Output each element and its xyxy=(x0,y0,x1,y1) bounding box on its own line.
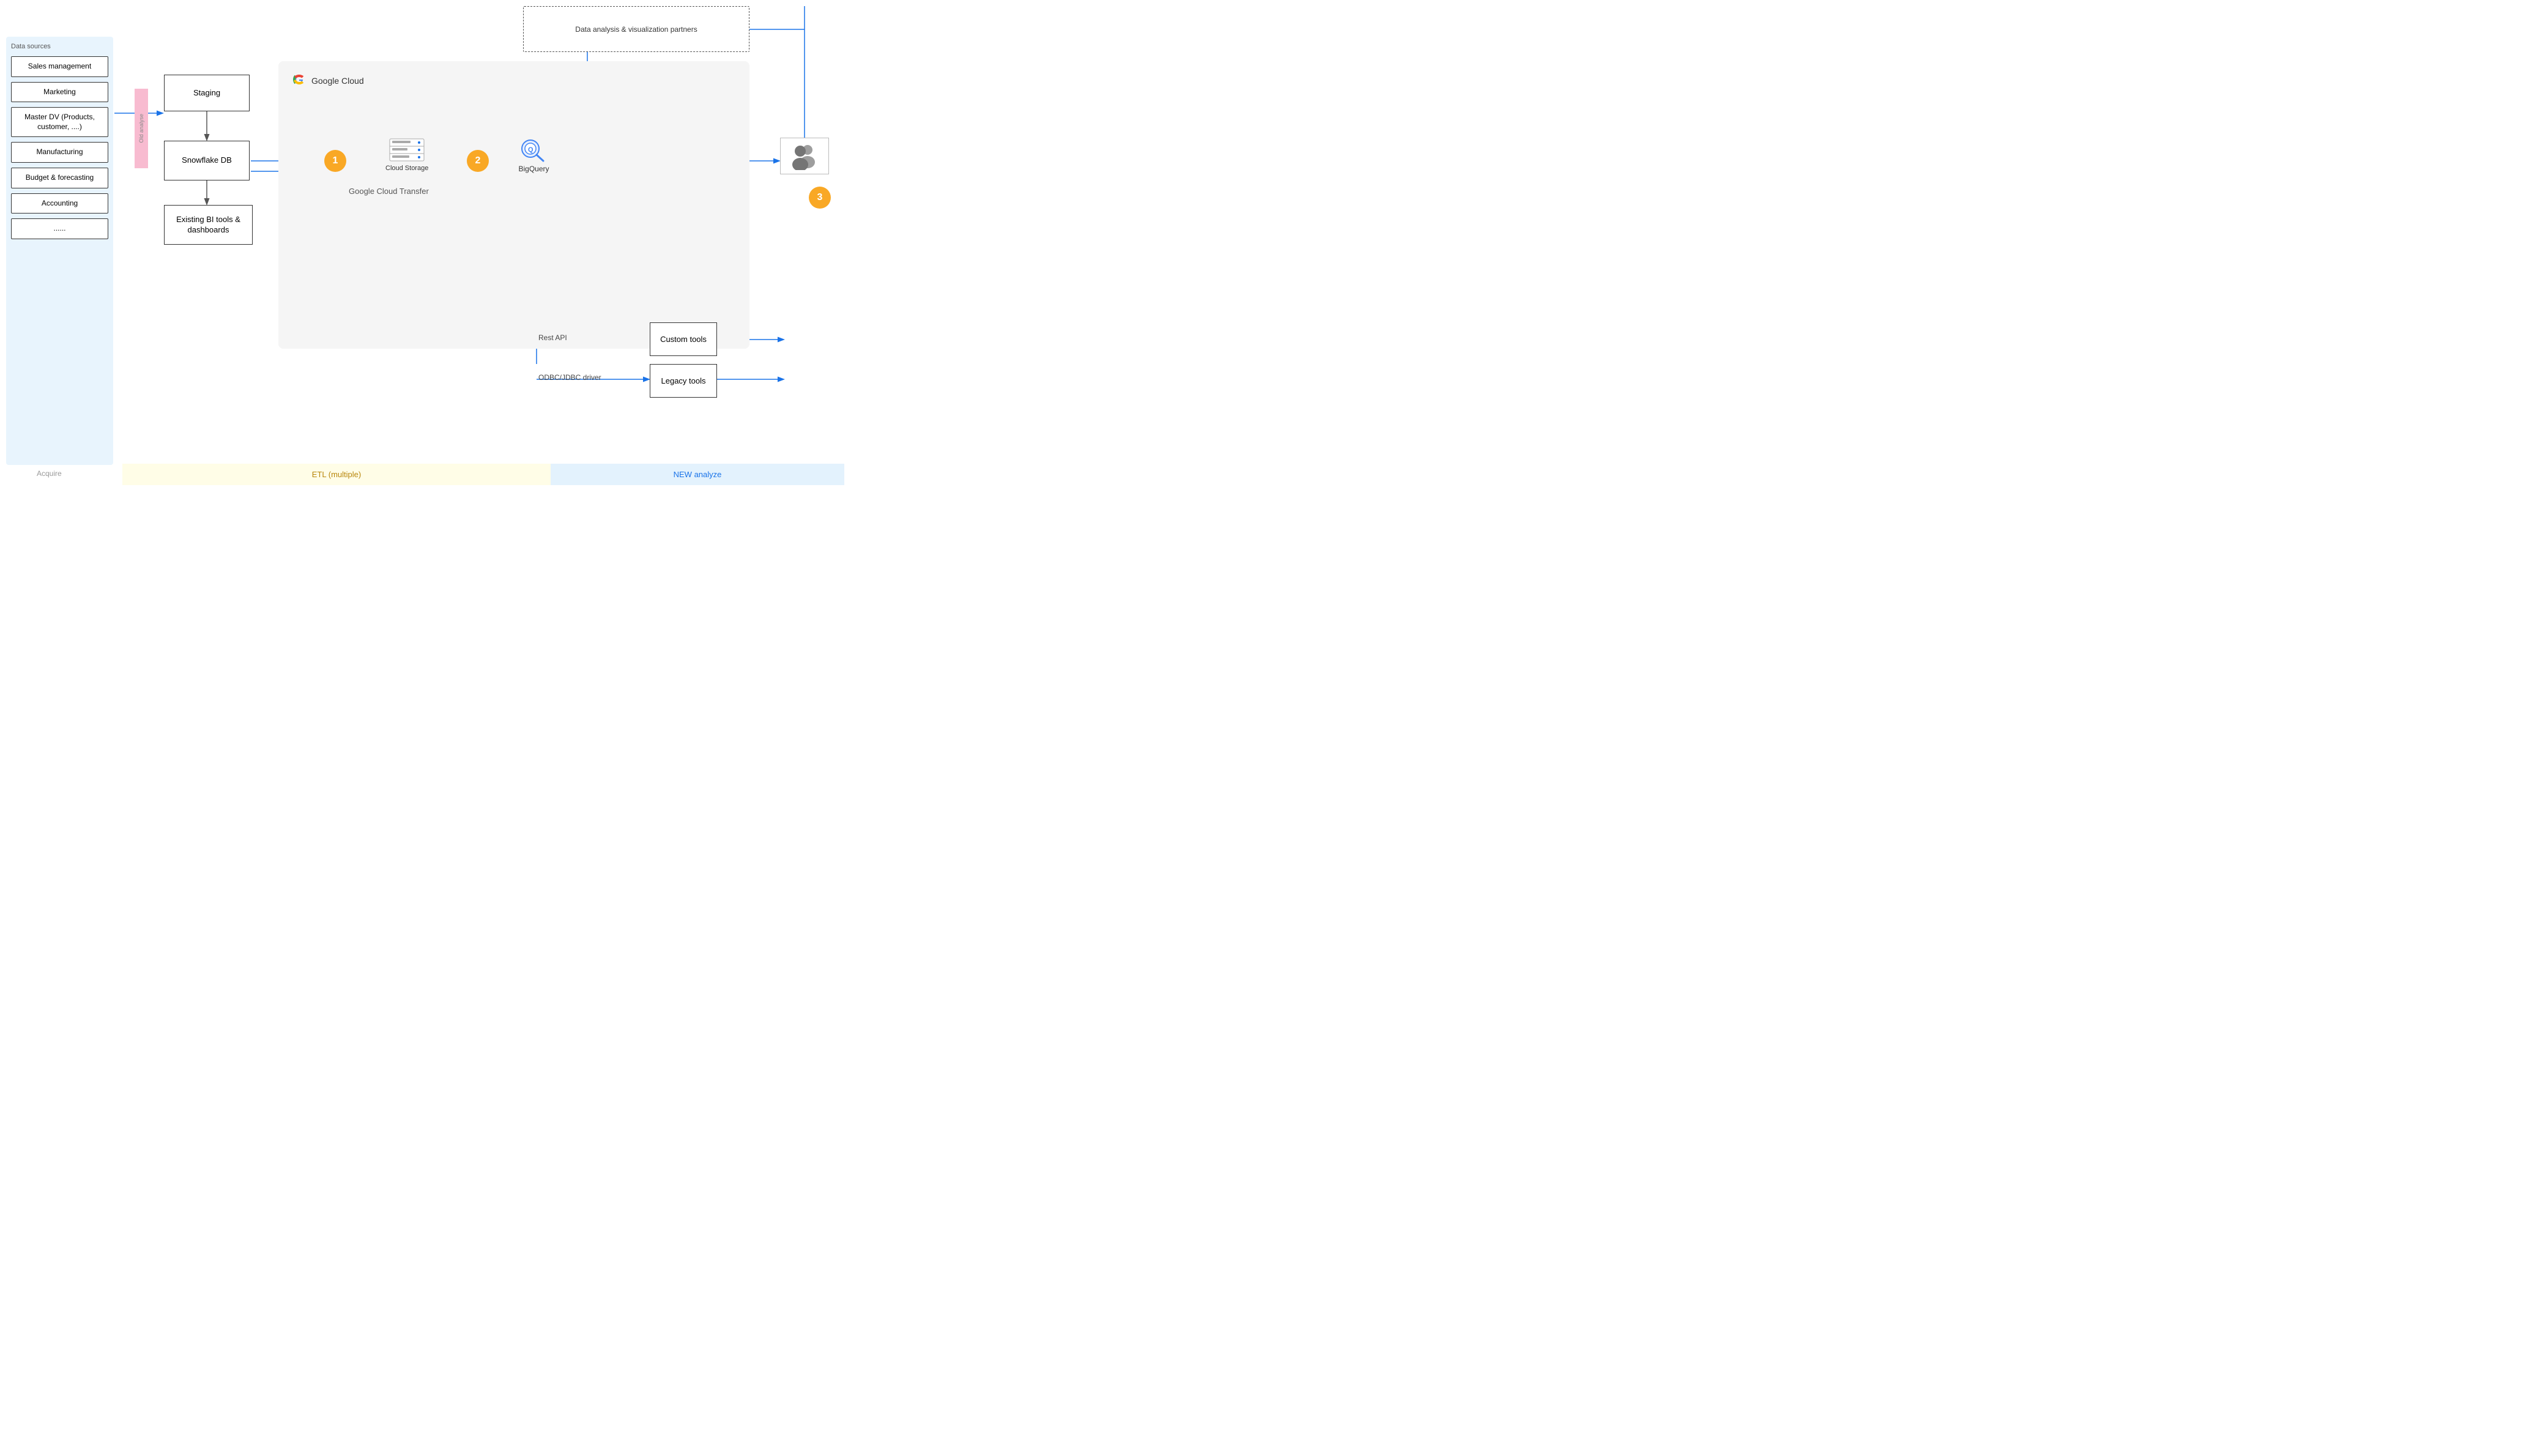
gcloud-logo: Google Cloud xyxy=(291,72,364,89)
data-sources-panel: Data sources Sales management Marketing … xyxy=(6,37,113,465)
bigquery-label: BigQuery xyxy=(518,165,549,173)
diagram-container: Data sources Sales management Marketing … xyxy=(0,0,844,485)
ds-box-marketing: Marketing xyxy=(11,82,108,103)
ds-box-other: ...... xyxy=(11,218,108,239)
staging-label: Staging xyxy=(193,88,220,98)
data-sources-label: Data sources xyxy=(11,43,108,50)
rest-api-label: Rest API xyxy=(538,333,567,342)
ds-box-sales: Sales management xyxy=(11,56,108,77)
users-icon xyxy=(788,143,822,170)
legacy-tools-label: Legacy tools xyxy=(661,376,706,385)
acquire-label: Acquire xyxy=(37,469,62,478)
google-cloud-icon xyxy=(291,72,308,89)
partners-box: Data analysis & visualization partners xyxy=(523,6,749,52)
bi-tools-box: Existing BI tools & dashboards xyxy=(164,205,253,245)
snowflake-box: Snowflake DB xyxy=(164,141,250,180)
new-analyze-label: NEW analyze xyxy=(674,470,722,479)
staging-box: Staging xyxy=(164,75,250,111)
odbc-label: ODBC/JDBC driver xyxy=(538,373,601,383)
badge-2: 2 xyxy=(467,150,489,172)
legacy-tools-box: Legacy tools xyxy=(650,364,717,398)
users-icon-box xyxy=(780,138,829,174)
etl-zone: ETL (multiple) xyxy=(122,464,551,485)
badge-3: 3 xyxy=(809,187,831,209)
old-analyse-label: Old analyse xyxy=(138,114,144,143)
custom-tools-box: Custom tools xyxy=(650,322,717,356)
new-analyze-zone: NEW analyze xyxy=(551,464,844,485)
badge-1: 1 xyxy=(324,150,346,172)
cloud-storage-icon xyxy=(388,138,425,162)
gcloud-logo-text: Google Cloud xyxy=(311,76,364,86)
ds-box-manufacturing: Manufacturing xyxy=(11,142,108,163)
bigquery-box: Q BigQuery xyxy=(517,138,551,173)
badge-3-label: 3 xyxy=(817,192,823,203)
old-analyse-bar: Old analyse xyxy=(135,89,148,168)
bi-tools-label: Existing BI tools & dashboards xyxy=(165,215,252,236)
etl-label: ETL (multiple) xyxy=(312,470,361,479)
gcloud-area xyxy=(278,61,749,349)
badge-1-label: 1 xyxy=(333,155,338,166)
gct-label: Google Cloud Transfer xyxy=(349,187,429,196)
cloud-storage-box: Cloud Storage xyxy=(385,138,428,172)
cloud-storage-label: Cloud Storage xyxy=(385,165,428,172)
partners-text: Data analysis & visualization partners xyxy=(575,25,697,34)
custom-tools-label: Custom tools xyxy=(660,335,707,344)
badge-2-label: 2 xyxy=(475,155,481,166)
bigquery-icon: Q xyxy=(517,138,551,162)
ds-box-budget: Budget & forecasting xyxy=(11,168,108,188)
ds-box-master-dv: Master DV (Products, customer, ....) xyxy=(11,107,108,137)
snowflake-label: Snowflake DB xyxy=(182,155,232,166)
svg-text:Q: Q xyxy=(528,146,533,154)
ds-box-accounting: Accounting xyxy=(11,193,108,214)
